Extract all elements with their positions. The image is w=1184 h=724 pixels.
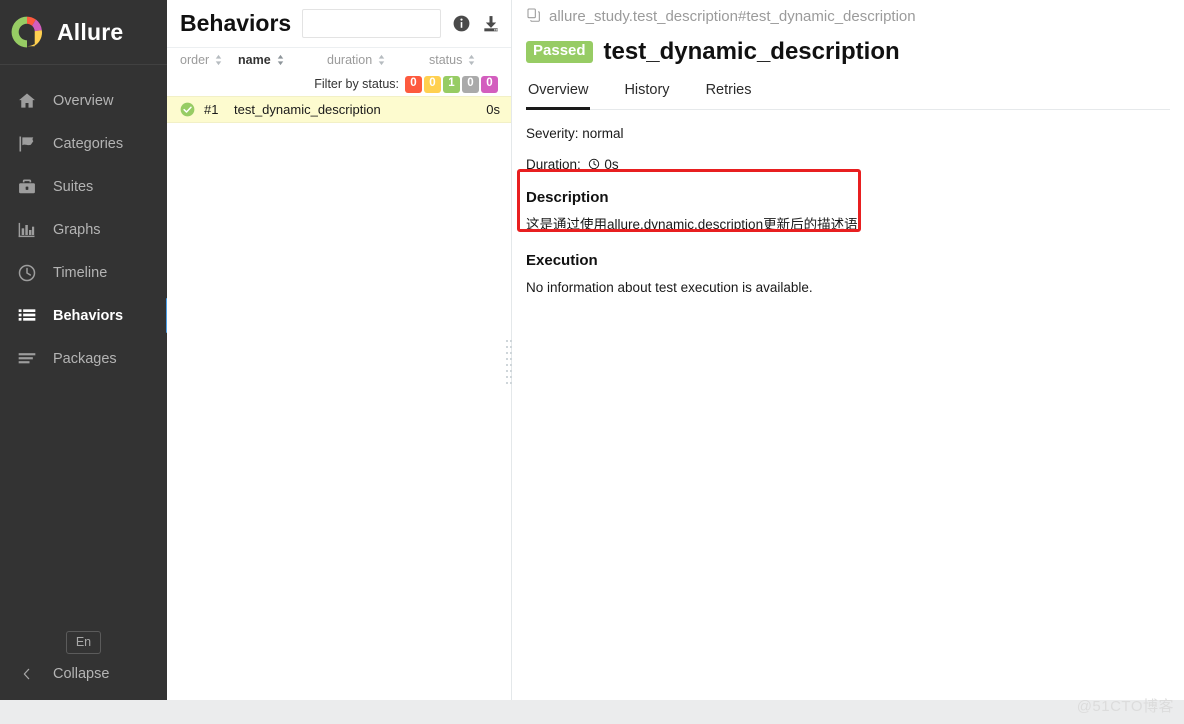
- list-pane-header: Behaviors: [167, 0, 511, 47]
- column-order[interactable]: order: [180, 53, 238, 67]
- grip-dots: [506, 352, 512, 354]
- sidebar-footer: En Collapse: [0, 631, 167, 700]
- flag-icon: [15, 133, 39, 155]
- status-badge-group: 0 0 1 0 0: [405, 75, 498, 93]
- column-label: duration: [327, 53, 373, 67]
- tab-overview[interactable]: Overview: [526, 76, 591, 110]
- sidebar-item-label: Suites: [53, 178, 94, 195]
- allure-report-app: Allure Overview Categories Suites Graphs…: [0, 0, 1184, 724]
- grip-dots: [506, 376, 512, 378]
- grip-dots: [506, 364, 512, 366]
- execution-heading: Execution: [526, 251, 598, 269]
- status-badge: Passed: [526, 41, 593, 63]
- table-row[interactable]: #1 test_dynamic_description 0s: [167, 96, 511, 123]
- allure-logo-icon: [8, 13, 46, 51]
- brand-header[interactable]: Allure: [0, 0, 167, 65]
- status-passed-icon: [180, 102, 195, 117]
- grip-dots: [506, 370, 512, 372]
- search-input[interactable]: [302, 9, 441, 38]
- grip-dots: [506, 358, 512, 360]
- tab-history[interactable]: History: [622, 76, 671, 110]
- status-badge-passed[interactable]: 1: [443, 75, 460, 93]
- pane-splitter-handle[interactable]: [505, 340, 513, 384]
- grip-dots: [506, 346, 512, 348]
- watermark: @51CTO博客: [1076, 698, 1174, 715]
- status-badge-broken[interactable]: 0: [424, 75, 441, 93]
- clock-icon: [15, 262, 39, 284]
- sort-arrows-icon: [276, 54, 285, 66]
- row-name: test_dynamic_description: [234, 102, 381, 117]
- list-column-header: order name duration status: [167, 47, 511, 72]
- language-button[interactable]: En: [65, 631, 102, 654]
- sidebar-item-label: Graphs: [53, 221, 101, 238]
- column-label: order: [180, 53, 210, 67]
- sort-arrows-icon: [467, 54, 476, 66]
- sidebar-item-label: Packages: [53, 350, 117, 367]
- briefcase-icon: [15, 176, 39, 198]
- status-badge-unknown[interactable]: 0: [481, 75, 498, 93]
- language-switcher: En: [0, 631, 167, 654]
- info-icon[interactable]: [452, 14, 471, 33]
- test-name-title: test_dynamic_description: [603, 38, 900, 65]
- status-badge-failed[interactable]: 0: [405, 75, 422, 93]
- sidebar-item-packages[interactable]: Packages: [0, 337, 167, 380]
- chevron-left-icon: [15, 666, 39, 682]
- breadcrumb: allure_study.test_description#test_dynam…: [526, 0, 1170, 33]
- description-heading: Description: [526, 189, 609, 206]
- description-section: Description 这是通过使用allure.dynamic.descrip…: [526, 189, 1170, 235]
- column-name[interactable]: name: [238, 53, 327, 67]
- column-label: status: [429, 53, 463, 67]
- list-icon: [15, 305, 39, 327]
- sidebar-item-label: Behaviors: [53, 307, 124, 324]
- bar-chart-icon: [15, 219, 39, 241]
- column-duration[interactable]: duration: [327, 53, 429, 67]
- collapse-sidebar-button[interactable]: Collapse: [0, 666, 167, 682]
- download-icon[interactable]: [481, 14, 501, 34]
- duration-line: Duration: 0s: [526, 157, 1170, 172]
- detail-tabs: Overview History Retries: [526, 75, 1170, 110]
- column-status[interactable]: status: [429, 53, 501, 67]
- sidebar: Allure Overview Categories Suites Graphs…: [0, 0, 170, 700]
- severity-line: Severity: normal: [526, 126, 624, 141]
- brand-name: Allure: [57, 18, 124, 45]
- row-duration: 0s: [486, 102, 500, 117]
- sidebar-item-overview[interactable]: Overview: [0, 79, 167, 122]
- sidebar-nav: Overview Categories Suites Graphs Timeli…: [0, 65, 170, 380]
- duration-value: 0s: [604, 157, 619, 172]
- filter-label: Filter by status:: [314, 77, 399, 91]
- status-badge-skipped[interactable]: 0: [462, 75, 479, 93]
- sort-arrows-icon: [377, 54, 386, 66]
- breadcrumb-path[interactable]: allure_study.test_description#test_dynam…: [549, 8, 916, 25]
- copy-icon[interactable]: [526, 7, 542, 27]
- duration-label: Duration:: [526, 157, 581, 172]
- page-title: Behaviors: [180, 10, 292, 36]
- sidebar-item-label: Overview: [53, 92, 114, 109]
- home-icon: [15, 90, 39, 112]
- sidebar-item-timeline[interactable]: Timeline: [0, 251, 167, 294]
- clock-icon: [588, 157, 604, 172]
- row-order: #1: [204, 102, 219, 117]
- execution-section: Execution No information about test exec…: [526, 252, 1170, 298]
- grip-dots: [506, 340, 512, 342]
- sidebar-item-label: Categories: [53, 135, 124, 152]
- page-footer-bar: [0, 700, 1184, 724]
- collapse-label: Collapse: [53, 666, 110, 682]
- layers-icon: [15, 348, 39, 370]
- sidebar-item-categories[interactable]: Categories: [0, 122, 167, 165]
- sidebar-item-graphs[interactable]: Graphs: [0, 208, 167, 251]
- sidebar-item-label: Timeline: [53, 264, 108, 281]
- column-label: name: [238, 53, 271, 67]
- tab-retries[interactable]: Retries: [704, 76, 754, 110]
- grip-dots: [506, 382, 512, 384]
- status-filter-row: Filter by status: 0 0 1 0 0: [167, 72, 511, 96]
- execution-text: No information about test execution is a…: [526, 279, 813, 295]
- sidebar-item-behaviors[interactable]: Behaviors: [0, 294, 170, 337]
- test-list-pane: Behaviors order name duration status Fil…: [167, 0, 512, 724]
- sort-arrows-icon: [214, 54, 223, 66]
- description-text: 这是通过使用allure.dynamic.description更新后的描述语: [526, 217, 858, 232]
- header-icon-group: [452, 14, 501, 34]
- test-title-row: Passed test_dynamic_description: [526, 33, 1170, 71]
- test-detail-pane: allure_study.test_description#test_dynam…: [512, 0, 1184, 724]
- sidebar-item-suites[interactable]: Suites: [0, 165, 167, 208]
